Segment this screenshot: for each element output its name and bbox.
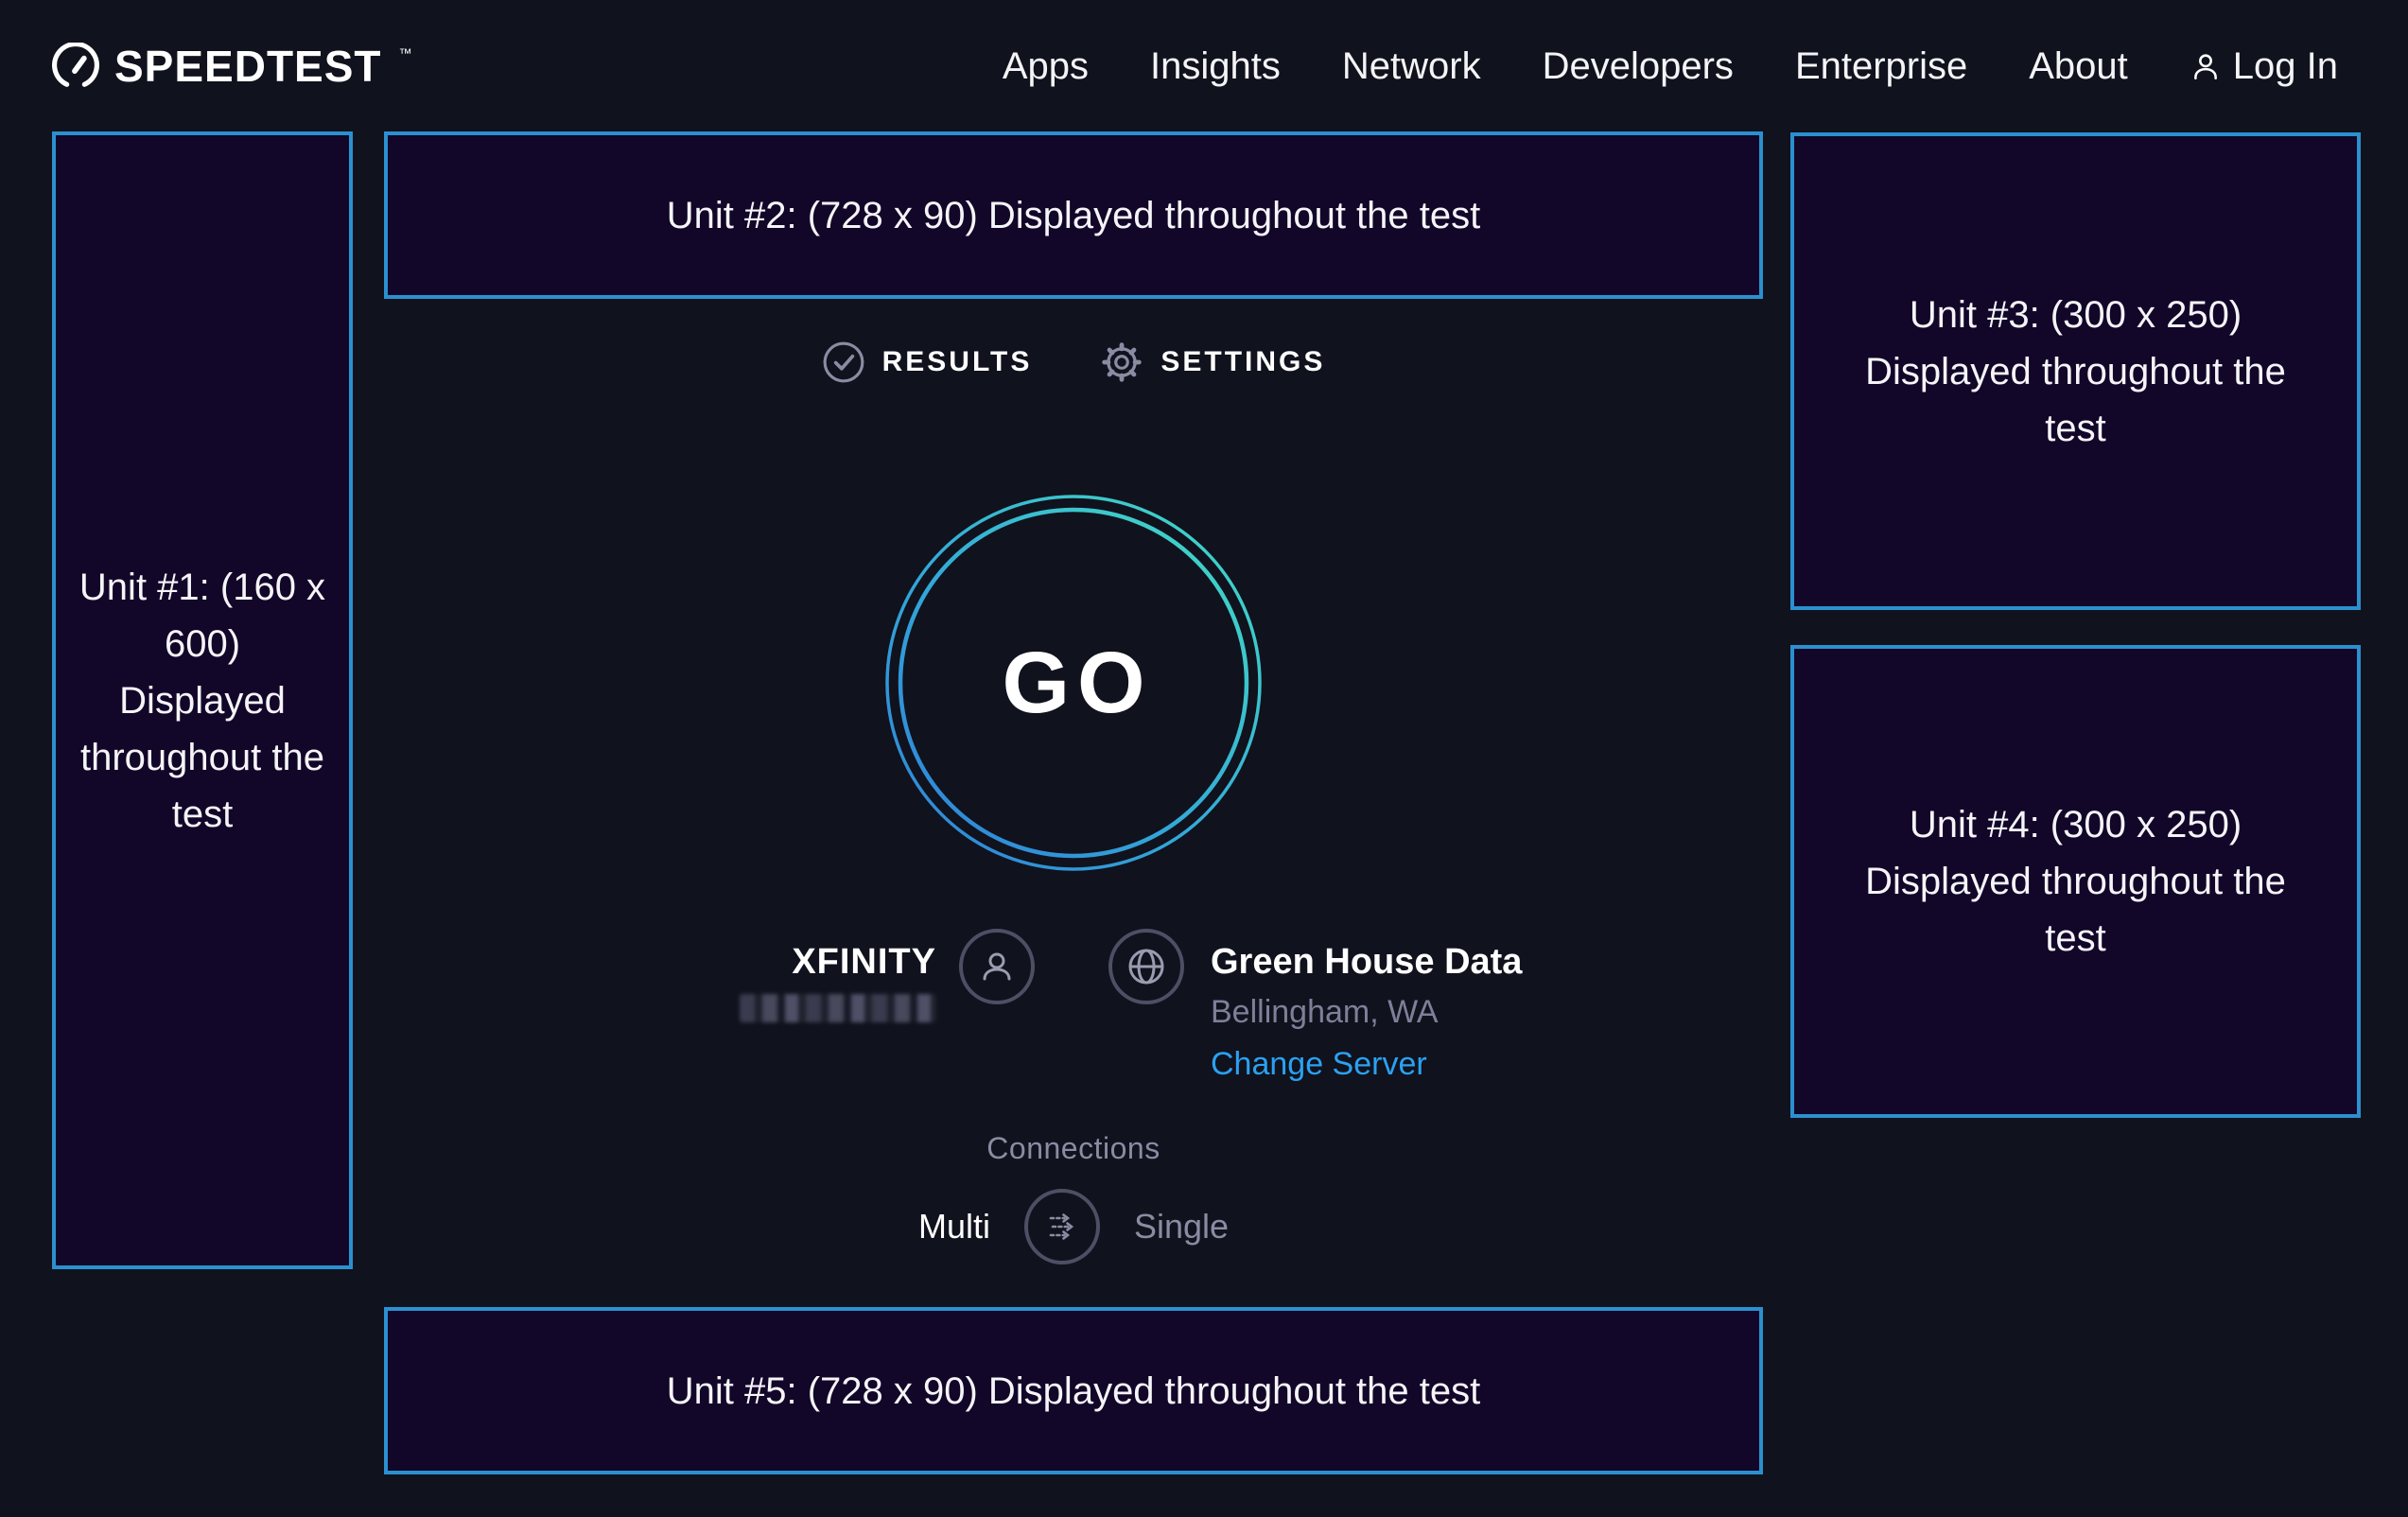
logo-trademark: ™ bbox=[399, 45, 412, 61]
connections-multi-option[interactable]: Multi bbox=[918, 1207, 990, 1247]
go-button[interactable]: GO bbox=[882, 492, 1265, 874]
tab-settings[interactable]: SETTINGS bbox=[1100, 340, 1325, 384]
isp-block: XFINITY bbox=[740, 929, 1035, 1022]
ad-unit-2: Unit #2: (728 x 90) Displayed throughout… bbox=[384, 131, 1763, 299]
ad-unit-5-label: Unit #5: (728 x 90) Displayed throughout… bbox=[667, 1363, 1481, 1420]
gauge-icon bbox=[52, 43, 99, 90]
person-icon bbox=[2190, 50, 2222, 82]
speedtest-page: SPEEDTEST ™ Apps Insights Network Develo… bbox=[0, 0, 2408, 1517]
ad-unit-3-label: Unit #3: (300 x 250) Displayed throughou… bbox=[1849, 287, 2303, 457]
tab-results-label: RESULTS bbox=[882, 346, 1033, 378]
top-nav: Apps Insights Network Developers Enterpr… bbox=[1003, 0, 2338, 132]
connections-toggle-row: Multi Single bbox=[918, 1189, 1229, 1264]
check-circle-icon bbox=[822, 340, 865, 384]
connections-label: Connections bbox=[384, 1131, 1763, 1166]
login-button[interactable]: Log In bbox=[2190, 45, 2338, 88]
connections-section: Connections Multi bbox=[384, 1131, 1763, 1264]
server-block: Green House Data Bellingham, WA Change S… bbox=[1108, 929, 1522, 1083]
tab-settings-label: SETTINGS bbox=[1160, 346, 1325, 378]
server-text: Green House Data Bellingham, WA Change S… bbox=[1211, 942, 1522, 1083]
connection-info: XFINITY bbox=[384, 929, 1763, 1118]
nav-item-insights[interactable]: Insights bbox=[1150, 45, 1281, 88]
nav-item-developers[interactable]: Developers bbox=[1543, 45, 1734, 88]
gear-icon bbox=[1100, 340, 1143, 384]
go-button-label: GO bbox=[882, 492, 1265, 874]
ad-unit-4: Unit #4: (300 x 250) Displayed throughou… bbox=[1790, 645, 2361, 1118]
globe-icon bbox=[1125, 945, 1168, 988]
nav-item-apps[interactable]: Apps bbox=[1003, 45, 1089, 88]
connections-toggle-button[interactable] bbox=[1024, 1189, 1100, 1264]
connections-single-option[interactable]: Single bbox=[1134, 1207, 1229, 1247]
user-icon bbox=[976, 946, 1018, 987]
speedtest-logo[interactable]: SPEEDTEST ™ bbox=[52, 0, 410, 132]
view-tabs: RESULTS bbox=[384, 340, 1763, 384]
nav-item-network[interactable]: Network bbox=[1342, 45, 1481, 88]
change-server-link[interactable]: Change Server bbox=[1211, 1046, 1427, 1083]
isp-avatar bbox=[959, 929, 1035, 1004]
multi-arrows-icon bbox=[1040, 1205, 1084, 1248]
ad-unit-3: Unit #3: (300 x 250) Displayed throughou… bbox=[1790, 132, 2361, 610]
ad-unit-1-label: Unit #1: (160 x 600) Displayed throughou… bbox=[79, 559, 326, 843]
logo-wordmark: SPEEDTEST bbox=[114, 41, 382, 92]
ad-unit-2-label: Unit #2: (728 x 90) Displayed throughout… bbox=[667, 187, 1481, 244]
server-name: Green House Data bbox=[1211, 942, 1522, 983]
server-location: Bellingham, WA bbox=[1211, 994, 1439, 1031]
isp-text: XFINITY bbox=[740, 942, 936, 1022]
ad-unit-1: Unit #1: (160 x 600) Displayed throughou… bbox=[52, 131, 353, 1269]
login-label: Log In bbox=[2233, 45, 2338, 88]
nav-item-enterprise[interactable]: Enterprise bbox=[1795, 45, 1967, 88]
isp-ip-redacted bbox=[740, 994, 936, 1022]
tab-results[interactable]: RESULTS bbox=[822, 340, 1033, 384]
nav-item-about[interactable]: About bbox=[2029, 45, 2128, 88]
server-avatar bbox=[1108, 929, 1184, 1004]
ad-unit-5: Unit #5: (728 x 90) Displayed throughout… bbox=[384, 1307, 1763, 1474]
ad-unit-4-label: Unit #4: (300 x 250) Displayed throughou… bbox=[1849, 796, 2303, 967]
isp-name: XFINITY bbox=[792, 942, 936, 983]
